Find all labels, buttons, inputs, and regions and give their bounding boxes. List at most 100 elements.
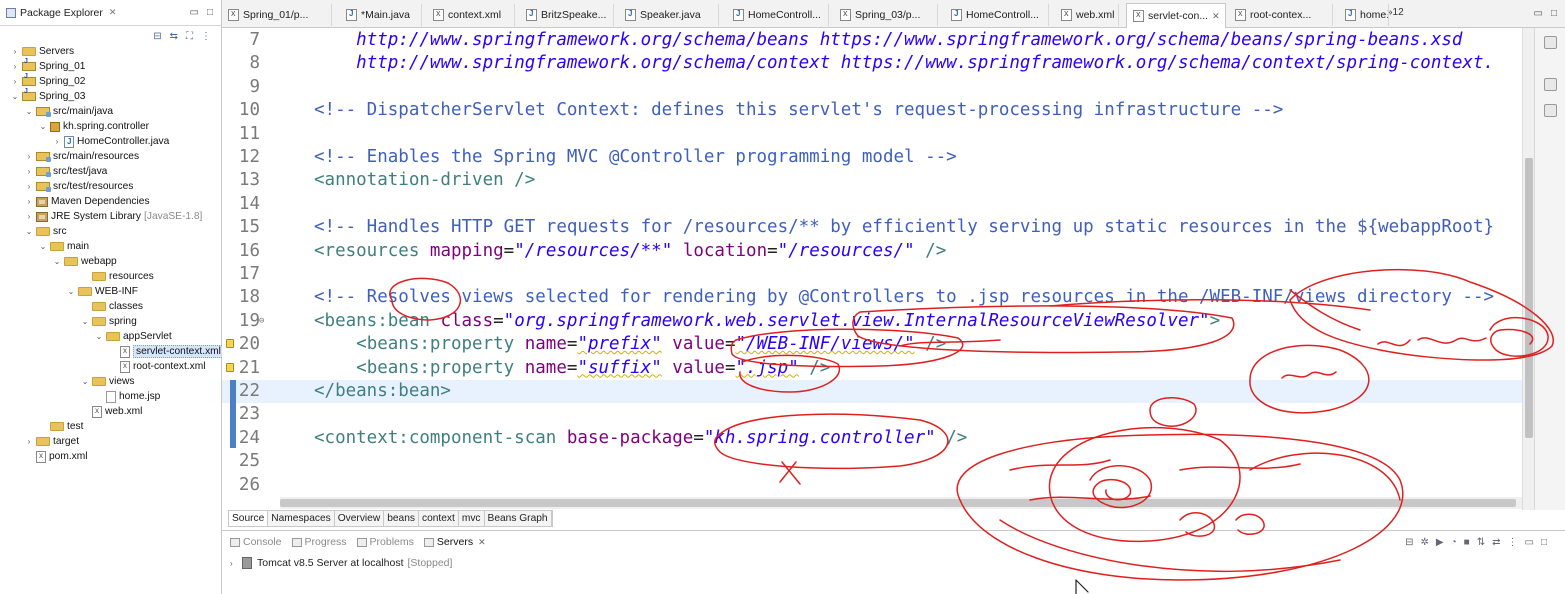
tab-overflow-indicator[interactable]: »12: [1387, 7, 1404, 18]
maximize-icon[interactable]: □: [1541, 537, 1547, 548]
tree-item[interactable]: servlet-context.xml: [108, 344, 224, 359]
tree-item[interactable]: ⌄ kh.spring.controller: [38, 119, 149, 134]
fold-toggle-icon[interactable]: ⊖: [259, 310, 264, 333]
code-line[interactable]: 8 http://www.springframework.org/schema/…: [222, 52, 1527, 75]
chevron-right-icon[interactable]: ›: [24, 152, 34, 161]
view-tab-problems[interactable]: Problems: [356, 536, 414, 548]
editor-tab[interactable]: context.xml: [427, 4, 515, 26]
chevron-down-icon[interactable]: ⌄: [10, 92, 20, 101]
code-line[interactable]: 11: [222, 123, 1527, 146]
tree-item[interactable]: › Maven Dependencies: [24, 194, 150, 209]
close-icon[interactable]: ✕: [478, 537, 486, 548]
chevron-right-icon[interactable]: ›: [10, 62, 20, 71]
scroll-thumb[interactable]: [1525, 158, 1533, 438]
chevron-right-icon[interactable]: ›: [24, 167, 34, 176]
code-line[interactable]: 25: [222, 450, 1527, 473]
tree-item[interactable]: ⌄ src/main/java: [24, 104, 113, 119]
code-line[interactable]: 18 <!-- Resolves views selected for rende…: [222, 286, 1527, 309]
editor-page-tab[interactable]: Namespaces: [268, 511, 335, 526]
chevron-down-icon[interactable]: ⌄: [38, 122, 48, 131]
tree-item[interactable]: pom.xml: [24, 449, 88, 464]
package-explorer-tab[interactable]: Package Explorer ✕ ▭ □: [0, 0, 221, 26]
editor-tab[interactable]: Spring_03/p...: [834, 4, 938, 26]
tree-item[interactable]: home.jsp: [94, 389, 160, 404]
profile-icon[interactable]: ◔: [1451, 537, 1457, 548]
server-item[interactable]: › Tomcat v8.5 Server at localhost [Stopp…: [230, 557, 452, 569]
chevron-right-icon[interactable]: ›: [24, 212, 34, 221]
editor-page-tab[interactable]: context: [419, 511, 459, 526]
code-line[interactable]: 9: [222, 76, 1527, 99]
chevron-down-icon[interactable]: ⌄: [66, 287, 76, 296]
code-line[interactable]: 13 <annotation-driven />: [222, 169, 1527, 192]
maximize-icon[interactable]: □: [1551, 8, 1557, 19]
tree-item[interactable]: › src/test/java: [24, 164, 107, 179]
close-icon[interactable]: ✕: [1212, 11, 1220, 22]
horizontal-scrollbar[interactable]: [280, 497, 1522, 509]
code-line[interactable]: 22 </beans:bean>: [222, 380, 1527, 403]
chevron-down-icon[interactable]: ⌄: [38, 242, 48, 251]
editor-page-tab[interactable]: Overview: [335, 511, 385, 526]
debug-icon[interactable]: ✲: [1421, 537, 1429, 548]
code-line[interactable]: 15 <!-- Handles HTTP GET requests for /re…: [222, 216, 1527, 239]
tree-item[interactable]: › Servers: [10, 44, 74, 59]
expand-icon[interactable]: ›: [230, 559, 242, 568]
tree-item[interactable]: classes: [80, 299, 143, 314]
editor-tab[interactable]: root-contex...: [1229, 4, 1333, 26]
chevron-down-icon[interactable]: ⌄: [80, 377, 90, 386]
editor-page-tab[interactable]: Source: [229, 511, 269, 526]
view-tab-servers[interactable]: Servers ✕: [423, 536, 486, 548]
view-menu-icon[interactable]: ⋮: [1508, 537, 1518, 548]
code-line[interactable]: 14: [222, 193, 1527, 216]
code-line[interactable]: 7 http://www.springframework.org/schema/…: [222, 29, 1527, 52]
chevron-right-icon[interactable]: ›: [24, 197, 34, 206]
code-editor[interactable]: 7 http://www.springframework.org/schema/…: [222, 28, 1527, 510]
focus-icon[interactable]: ⛶: [186, 31, 193, 42]
code-line[interactable]: 21 <beans:property name="suffix" value="…: [222, 357, 1527, 380]
code-line[interactable]: 23: [222, 403, 1527, 426]
editor-tab[interactable]: HomeControll...: [727, 4, 829, 26]
editor-tab[interactable]: Spring_01/p...: [222, 4, 332, 26]
tree-item[interactable]: › HomeController.java: [52, 134, 169, 149]
code-line[interactable]: 17: [222, 263, 1527, 286]
chevron-right-icon[interactable]: ›: [24, 437, 34, 446]
chevron-down-icon[interactable]: ⌄: [80, 317, 90, 326]
collapse-icon[interactable]: ⊟: [1405, 537, 1413, 548]
editor-tab[interactable]: servlet-con...✕: [1126, 3, 1226, 28]
code-line[interactable]: 19 ⊖ <beans:bean class="org.springframewor…: [222, 310, 1527, 333]
view-tab-console[interactable]: Console: [230, 536, 282, 548]
minimize-icon[interactable]: ▭: [1534, 8, 1543, 19]
publish-icon[interactable]: ⇅: [1477, 537, 1485, 548]
task-list-icon[interactable]: [1544, 78, 1557, 91]
tree-item[interactable]: web.xml: [80, 404, 142, 419]
chevron-down-icon[interactable]: ⌄: [24, 107, 34, 116]
view-menu-icon[interactable]: ⋮: [201, 31, 211, 42]
tree-item[interactable]: ⌄ src: [24, 224, 67, 239]
outline-icon[interactable]: [1544, 36, 1557, 49]
chevron-right-icon[interactable]: ›: [24, 182, 34, 191]
scroll-thumb[interactable]: [280, 499, 1516, 507]
vertical-scrollbar[interactable]: [1522, 28, 1534, 510]
tree-item[interactable]: ⌄ appServlet: [94, 329, 172, 344]
maximize-icon[interactable]: □: [207, 7, 213, 18]
spring-explorer-icon[interactable]: [1544, 104, 1557, 117]
tree-item[interactable]: › Spring_02: [10, 73, 86, 89]
code-line[interactable]: 24 <context:component-scan base-package="…: [222, 427, 1527, 450]
editor-page-tab[interactable]: Beans Graph: [485, 511, 552, 526]
minimize-icon[interactable]: ▭: [1525, 537, 1534, 548]
tree-item[interactable]: ⌄ spring: [80, 314, 137, 329]
start-icon[interactable]: ▶: [1436, 537, 1444, 548]
view-tab-progress[interactable]: Progress: [291, 536, 347, 548]
tree-item[interactable]: ⌄ main: [38, 239, 89, 254]
editor-tab[interactable]: web.xml: [1055, 4, 1119, 26]
editor-tab[interactable]: Speaker.java: [619, 4, 719, 26]
tree-item[interactable]: ⌄ webapp: [52, 254, 117, 269]
chevron-down-icon[interactable]: ⌄: [24, 227, 34, 236]
tree-item[interactable]: test: [38, 419, 83, 434]
chevron-down-icon[interactable]: ⌄: [52, 257, 62, 266]
tree-item[interactable]: resources: [80, 269, 154, 284]
code-line[interactable]: 10 <!-- DispatcherServlet Context: define…: [222, 99, 1527, 122]
tree-item[interactable]: › JRE System Library [JavaSE-1.8]: [24, 209, 203, 224]
tree-item[interactable]: › src/test/resources: [24, 179, 133, 194]
tree-item[interactable]: › target: [24, 434, 79, 449]
editor-tab[interactable]: HomeControll...: [945, 4, 1049, 26]
